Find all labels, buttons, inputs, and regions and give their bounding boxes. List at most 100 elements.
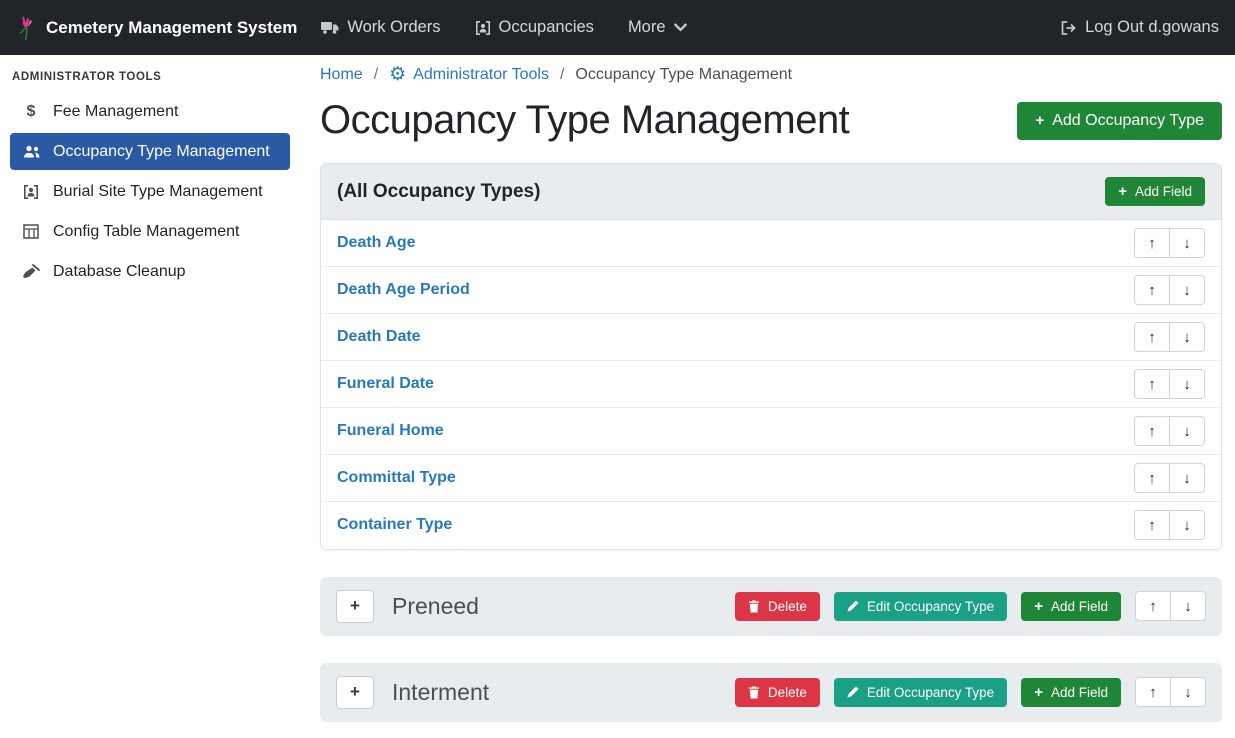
- move-up-button[interactable]: ↑: [1134, 228, 1170, 258]
- sidebar-item-label: Database Cleanup: [53, 263, 186, 281]
- breadcrumb-label: Home: [320, 66, 363, 84]
- nav-occupancies[interactable]: Occupancies: [475, 18, 594, 37]
- edit-occupancy-type-button[interactable]: Edit Occupancy Type: [834, 592, 1007, 621]
- field-row: Death Age Period ↑ ↓: [321, 267, 1221, 314]
- section-title: Interment: [392, 679, 489, 706]
- person-frame-icon: [20, 184, 42, 200]
- move-up-button[interactable]: ↑: [1134, 463, 1170, 493]
- sidebar-item-label: Fee Management: [53, 103, 178, 121]
- expand-button[interactable]: +: [336, 676, 374, 709]
- sidebar-item-config-table-management[interactable]: Config Table Management: [10, 213, 290, 250]
- move-up-button[interactable]: ↑: [1134, 510, 1170, 540]
- up-arrow-icon: ↑: [1149, 598, 1157, 615]
- breadcrumb-current: Occupancy Type Management: [575, 66, 792, 84]
- card-title: (All Occupancy Types): [337, 181, 540, 203]
- field-link[interactable]: Funeral Date: [337, 375, 434, 393]
- button-label: Add Occupancy Type: [1052, 112, 1204, 130]
- up-arrow-icon: ↑: [1148, 282, 1156, 299]
- up-arrow-icon: ↑: [1148, 423, 1156, 440]
- breadcrumb-home-link[interactable]: Home: [320, 66, 363, 84]
- section-interment: + Interment Delete: [320, 663, 1222, 722]
- app-brand[interactable]: Cemetery Management System: [16, 15, 297, 41]
- button-label: Edit Occupancy Type: [867, 685, 994, 700]
- down-arrow-icon: ↓: [1183, 423, 1191, 440]
- move-down-button[interactable]: ↓: [1170, 591, 1206, 621]
- up-arrow-icon: ↑: [1148, 517, 1156, 534]
- trash-icon: [748, 686, 760, 699]
- expand-button[interactable]: +: [336, 590, 374, 623]
- move-up-button[interactable]: ↑: [1134, 369, 1170, 399]
- breadcrumb-separator: /: [560, 66, 564, 84]
- move-up-button[interactable]: ↑: [1134, 322, 1170, 352]
- plus-icon: +: [1118, 184, 1127, 199]
- move-up-button[interactable]: ↑: [1134, 275, 1170, 305]
- logout-button[interactable]: Log Out d.gowans: [1060, 18, 1219, 37]
- plus-icon: +: [1035, 113, 1044, 128]
- down-arrow-icon: ↓: [1183, 517, 1191, 534]
- person-frame-icon: [475, 20, 491, 36]
- plus-icon: +: [1034, 685, 1043, 700]
- move-up-button[interactable]: ↑: [1135, 591, 1171, 621]
- breadcrumb-separator: /: [374, 66, 378, 84]
- pencil-icon: [847, 686, 859, 698]
- move-down-button[interactable]: ↓: [1169, 510, 1205, 540]
- nav-more[interactable]: More: [628, 18, 687, 37]
- breadcrumb: Home / ⚙ Administrator Tools / Occupancy…: [320, 65, 1222, 84]
- down-arrow-icon: ↓: [1184, 598, 1192, 615]
- sidebar-item-label: Burial Site Type Management: [53, 183, 263, 201]
- add-occupancy-type-button[interactable]: + Add Occupancy Type: [1017, 102, 1222, 140]
- delete-button[interactable]: Delete: [735, 678, 820, 707]
- section-title: Preneed: [392, 593, 479, 620]
- add-field-button[interactable]: + Add Field: [1021, 592, 1121, 621]
- logout-label: Log Out d.gowans: [1085, 18, 1219, 37]
- edit-occupancy-type-button[interactable]: Edit Occupancy Type: [834, 678, 1007, 707]
- trash-icon: [748, 600, 760, 613]
- button-label: Delete: [768, 599, 807, 614]
- sidebar-item-fee-management[interactable]: $ Fee Management: [10, 93, 290, 130]
- nav-work-orders[interactable]: Work Orders: [321, 18, 440, 37]
- up-arrow-icon: ↑: [1149, 684, 1157, 701]
- field-link[interactable]: Funeral Home: [337, 422, 444, 440]
- move-down-button[interactable]: ↓: [1169, 322, 1205, 352]
- plus-icon: +: [1034, 599, 1043, 614]
- plus-icon: +: [350, 596, 360, 616]
- pencil-icon: [847, 600, 859, 612]
- field-link[interactable]: Committal Type: [337, 469, 456, 487]
- field-row: Container Type ↑ ↓: [321, 502, 1221, 549]
- nav-items: Work Orders Occupancies More: [321, 18, 686, 37]
- button-label: Add Field: [1135, 184, 1192, 199]
- reorder-buttons: ↑ ↓: [1134, 463, 1205, 493]
- move-down-button[interactable]: ↓: [1169, 275, 1205, 305]
- move-down-button[interactable]: ↓: [1169, 369, 1205, 399]
- move-up-button[interactable]: ↑: [1134, 416, 1170, 446]
- nav-label: More: [628, 18, 666, 37]
- sidebar-section-header: Administrator Tools: [0, 61, 300, 93]
- broom-icon: [20, 264, 42, 280]
- down-arrow-icon: ↓: [1183, 329, 1191, 346]
- down-arrow-icon: ↓: [1183, 282, 1191, 299]
- reorder-buttons: ↑ ↓: [1134, 275, 1205, 305]
- add-field-button[interactable]: + Add Field: [1105, 177, 1205, 206]
- field-link[interactable]: Death Age Period: [337, 281, 470, 299]
- field-link[interactable]: Death Age: [337, 234, 416, 252]
- up-arrow-icon: ↑: [1148, 329, 1156, 346]
- nav-label: Work Orders: [347, 18, 440, 37]
- move-down-button[interactable]: ↓: [1170, 677, 1206, 707]
- move-up-button[interactable]: ↑: [1135, 677, 1171, 707]
- move-down-button[interactable]: ↓: [1169, 463, 1205, 493]
- down-arrow-icon: ↓: [1183, 376, 1191, 393]
- add-field-button[interactable]: + Add Field: [1021, 678, 1121, 707]
- reorder-buttons: ↑ ↓: [1134, 228, 1205, 258]
- button-label: Delete: [768, 685, 807, 700]
- dollar-icon: $: [20, 103, 42, 121]
- breadcrumb-admin-tools-link[interactable]: ⚙ Administrator Tools: [389, 65, 549, 84]
- sidebar-item-burial-site-type-management[interactable]: Burial Site Type Management: [10, 173, 290, 210]
- delete-button[interactable]: Delete: [735, 592, 820, 621]
- move-down-button[interactable]: ↓: [1169, 228, 1205, 258]
- field-link[interactable]: Container Type: [337, 516, 452, 534]
- field-link[interactable]: Death Date: [337, 328, 421, 346]
- sidebar-item-database-cleanup[interactable]: Database Cleanup: [10, 253, 290, 290]
- all-occupancy-types-card: (All Occupancy Types) + Add Field Death …: [320, 163, 1222, 550]
- sidebar-item-occupancy-type-management[interactable]: Occupancy Type Management: [10, 133, 290, 170]
- move-down-button[interactable]: ↓: [1169, 416, 1205, 446]
